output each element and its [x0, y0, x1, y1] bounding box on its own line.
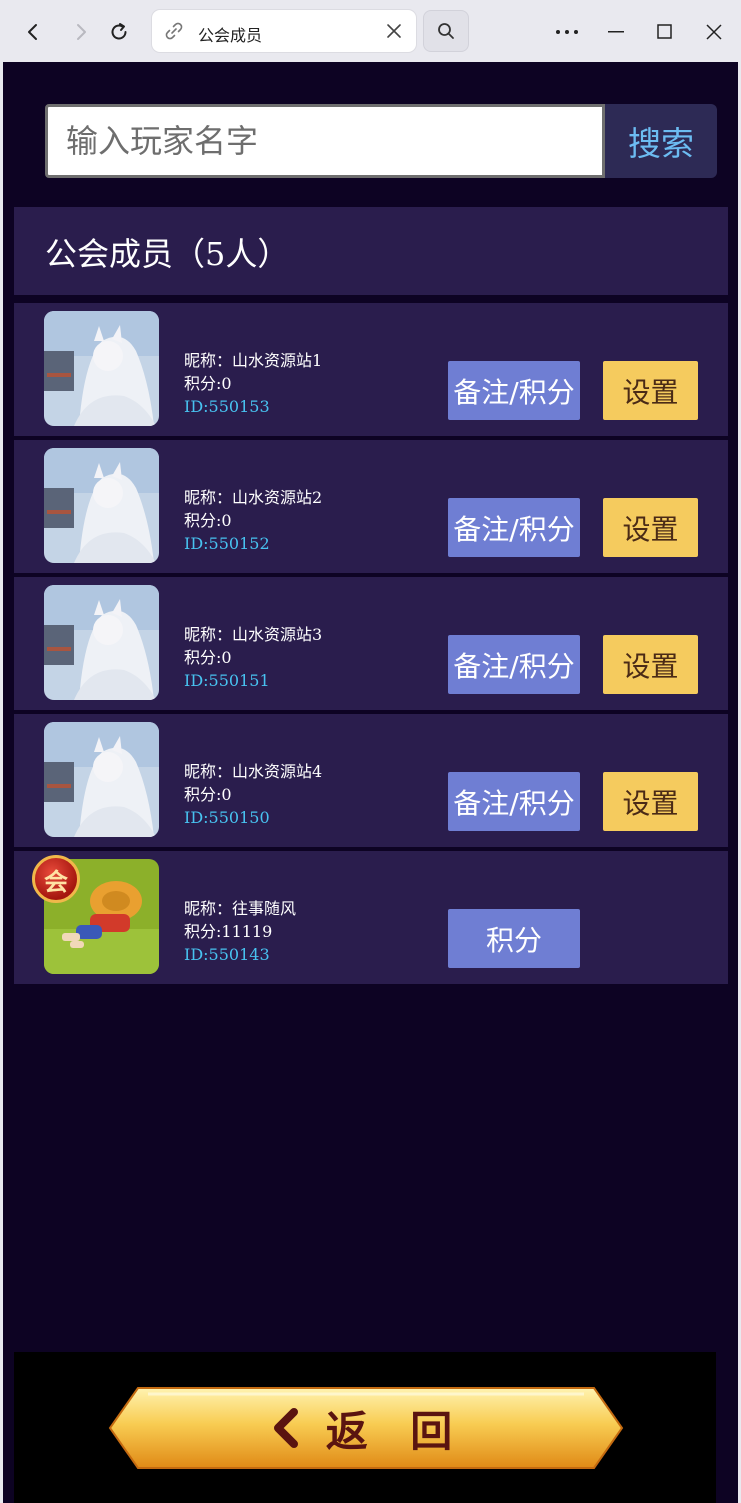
settings-button[interactable]: 设置 — [603, 361, 698, 420]
note-score-button[interactable]: 备注/积分 — [448, 635, 580, 694]
member-nickname: 昵称：山水资源站2 — [184, 488, 323, 507]
window-close-icon[interactable] — [696, 14, 732, 50]
member-row: 昵称：山水资源站1 积分:0 ID:550153 备注/积分 设置 — [14, 303, 728, 436]
page-title: 公会成员（5人） — [45, 235, 290, 273]
link-icon — [164, 21, 184, 41]
search-icon[interactable] — [423, 10, 469, 52]
member-nickname: 昵称：山水资源站4 — [184, 762, 323, 781]
back-button-label: 返 回 — [325, 1406, 467, 1456]
member-id: ID:550143 — [184, 945, 270, 964]
note-score-button[interactable]: 备注/积分 — [448, 498, 580, 557]
back-button[interactable]: 返 回 — [108, 1386, 624, 1476]
browser-tab[interactable]: 公会成员 — [152, 10, 416, 52]
settings-button[interactable]: 设置 — [603, 635, 698, 694]
member-header: 公会成员（5人） — [14, 207, 728, 295]
member-score: 积分:0 — [184, 785, 232, 804]
member-info: 昵称：山水资源站3 积分:0 ID:550151 — [184, 623, 322, 692]
browser-toolbar: 公会成员 — [0, 0, 741, 62]
member-row: 会 昵称：往事随风 积分:11119 ID:550143 积分 — [14, 851, 728, 984]
search-input[interactable] — [45, 104, 605, 178]
app-page: 搜索 公会成员（5人） 昵称：山水资源站1 积分:0 — [3, 62, 738, 1503]
member-row: 昵称：山水资源站2 积分:0 ID:550152 备注/积分 设置 — [14, 440, 728, 573]
member-info: 昵称：山水资源站1 积分:0 ID:550153 — [184, 349, 322, 418]
member-info: 昵称：山水资源站4 积分:0 ID:550150 — [184, 760, 322, 829]
note-score-button[interactable]: 备注/积分 — [448, 772, 580, 831]
search-bar: 搜索 — [45, 104, 717, 178]
tab-title: 公会成员 — [198, 26, 263, 45]
maximize-icon[interactable] — [647, 14, 683, 50]
member-score: 积分:11119 — [184, 922, 273, 941]
reload-icon[interactable] — [101, 14, 137, 50]
more-icon[interactable] — [549, 14, 585, 50]
footer-bar: 返 回 — [14, 1352, 716, 1503]
avatar — [44, 448, 159, 563]
member-row: 昵称：山水资源站4 积分:0 ID:550150 备注/积分 设置 — [14, 714, 728, 847]
member-score: 积分:0 — [184, 648, 232, 667]
avatar — [44, 311, 159, 426]
note-score-button[interactable]: 备注/积分 — [448, 361, 580, 420]
guild-leader-badge: 会 — [32, 855, 80, 903]
forward-icon[interactable] — [63, 14, 99, 50]
close-icon[interactable] — [384, 21, 404, 41]
member-info: 昵称：山水资源站2 积分:0 ID:550152 — [184, 486, 322, 555]
minimize-icon[interactable] — [598, 14, 634, 50]
member-list: 昵称：山水资源站1 积分:0 ID:550153 备注/积分 设置 昵称：山水资… — [14, 303, 728, 988]
member-info: 昵称：往事随风 积分:11119 ID:550143 — [184, 897, 296, 966]
member-nickname: 昵称：往事随风 — [184, 899, 297, 918]
member-id: ID:550153 — [184, 397, 270, 416]
avatar — [44, 722, 159, 837]
settings-button[interactable]: 设置 — [603, 498, 698, 557]
member-nickname: 昵称：山水资源站1 — [184, 351, 323, 370]
member-id: ID:550152 — [184, 534, 270, 553]
score-button[interactable]: 积分 — [448, 909, 580, 968]
member-nickname: 昵称：山水资源站3 — [184, 625, 323, 644]
avatar — [44, 585, 159, 700]
member-id: ID:550150 — [184, 808, 270, 827]
member-score: 积分:0 — [184, 374, 232, 393]
settings-button[interactable]: 设置 — [603, 772, 698, 831]
member-row: 昵称：山水资源站3 积分:0 ID:550151 备注/积分 设置 — [14, 577, 728, 710]
member-id: ID:550151 — [184, 671, 270, 690]
search-button[interactable]: 搜索 — [605, 104, 717, 178]
member-score: 积分:0 — [184, 511, 232, 530]
back-icon[interactable] — [15, 14, 51, 50]
